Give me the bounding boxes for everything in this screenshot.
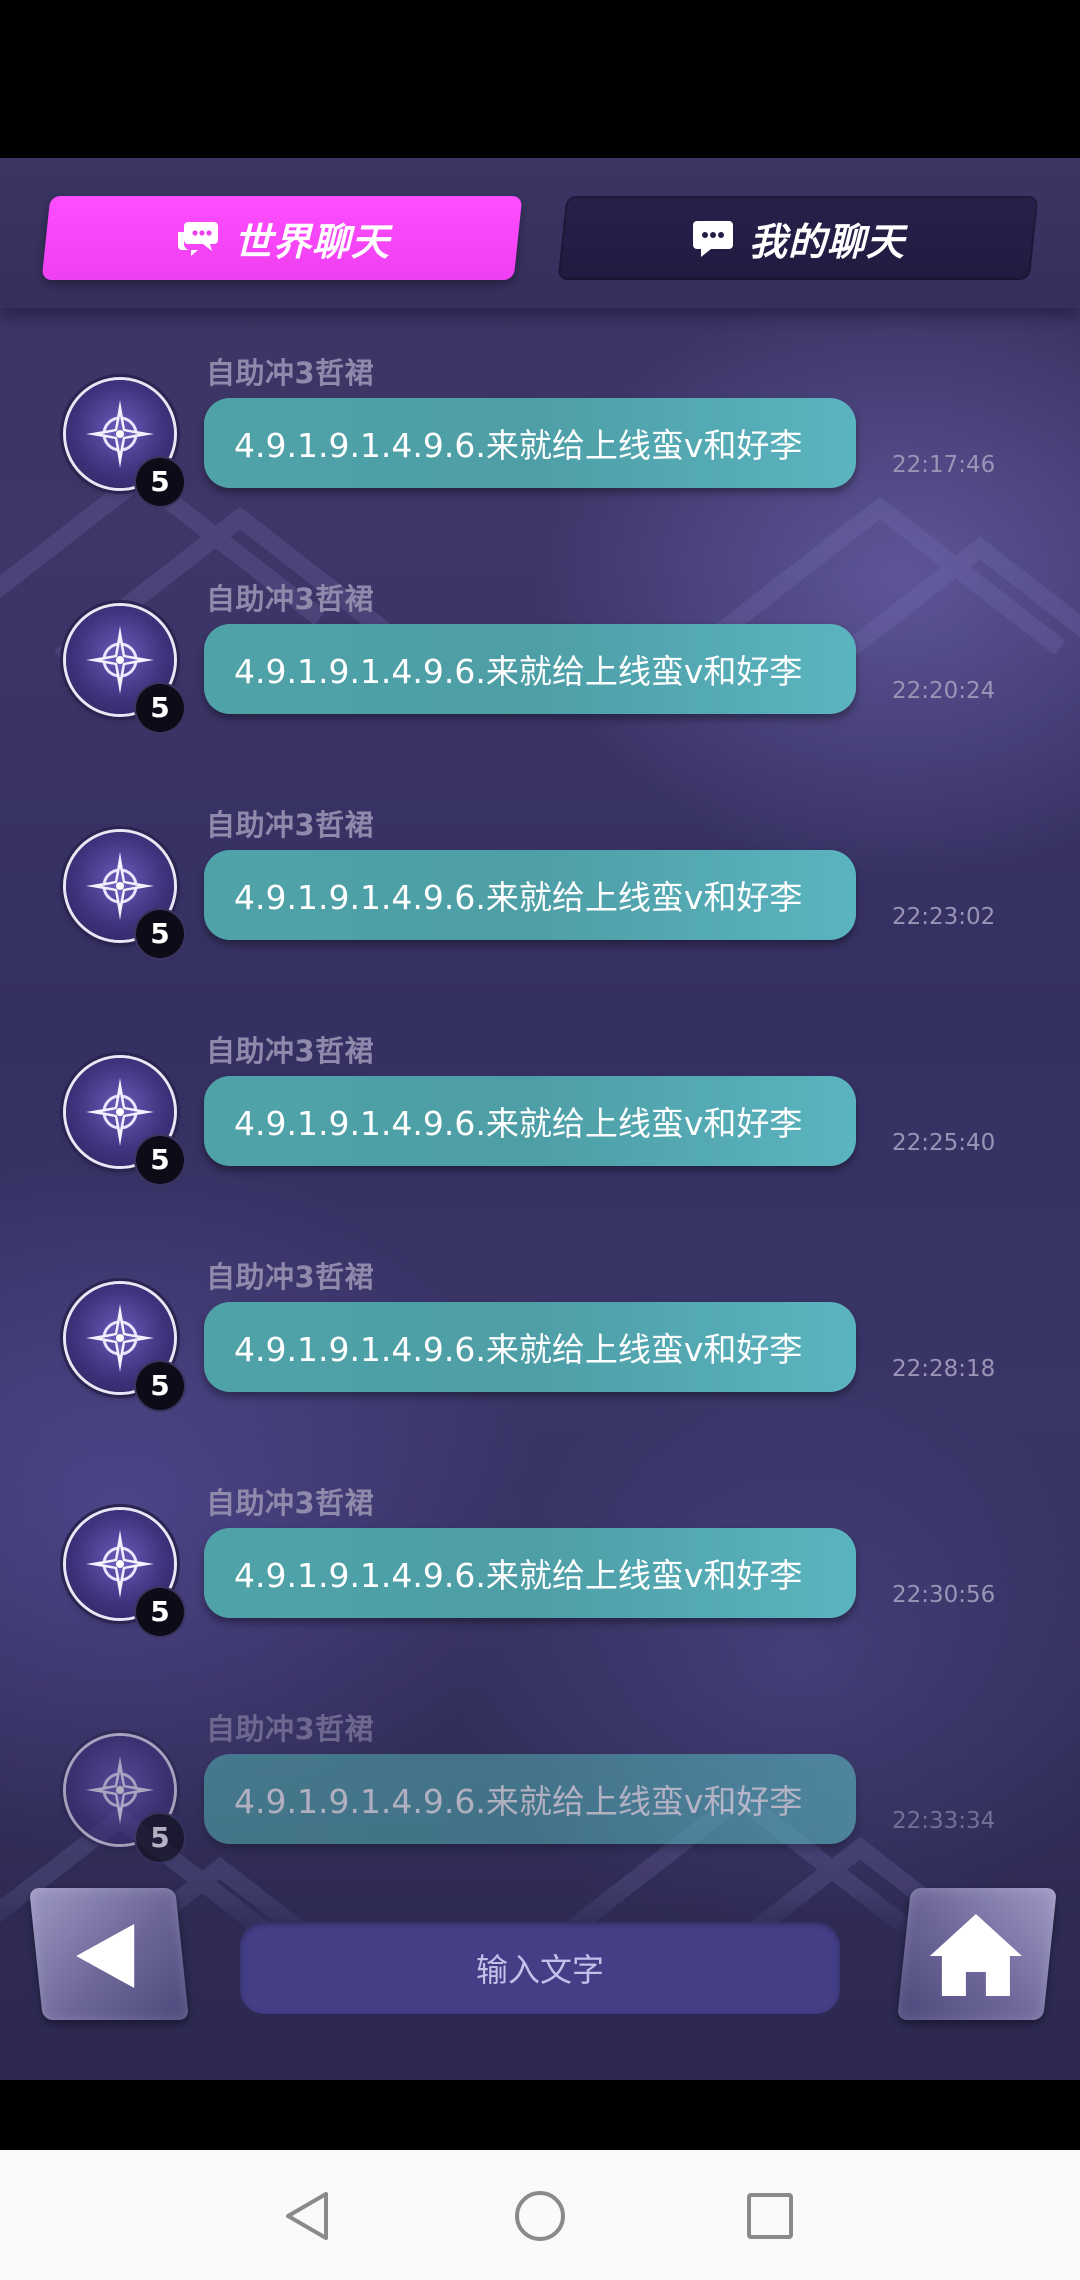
chat-message: 5 自助冲3哲裙 4.9.1.9.1.4.9.6.来就给上线蛮v和好李 22:1… xyxy=(0,308,1080,534)
back-button[interactable] xyxy=(29,1888,189,2020)
message-bubble[interactable]: 4.9.1.9.1.4.9.6.来就给上线蛮v和好李 xyxy=(204,1076,856,1166)
chat-bubbles-icon xyxy=(174,218,220,258)
message-text: 4.9.1.9.1.4.9.6.来就给上线蛮v和好李 xyxy=(234,1556,803,1595)
message-text: 4.9.1.9.1.4.9.6.来就给上线蛮v和好李 xyxy=(234,878,803,917)
tab-my-chat[interactable]: 我的聊天 xyxy=(557,196,1039,280)
chat-message: 5 自助冲3哲裙 4.9.1.9.1.4.9.6.来就给上线蛮v和好李 22:2… xyxy=(0,1212,1080,1438)
tab-world-chat[interactable]: 世界聊天 xyxy=(41,196,523,280)
sender-name: 自助冲3哲裙 xyxy=(206,356,375,390)
chat-message: 5 自助冲3哲裙 4.9.1.9.1.4.9.6.来就给上线蛮v和好李 22:3… xyxy=(0,1664,1080,1890)
level-badge: 5 xyxy=(136,684,184,732)
message-timestamp: 22:20:24 xyxy=(892,678,996,704)
sender-name: 自助冲3哲裙 xyxy=(206,582,375,616)
level-badge: 5 xyxy=(136,1588,184,1636)
message-timestamp: 22:25:40 xyxy=(892,1130,996,1156)
device-screen: 世界聊天 我的聊天 5 自助冲3哲裙 4.9.1.9.1.4.9.6.来就给上线… xyxy=(0,0,1080,2280)
message-timestamp: 22:28:18 xyxy=(892,1356,996,1382)
home-button[interactable] xyxy=(897,1888,1057,2020)
message-bubble[interactable]: 4.9.1.9.1.4.9.6.来就给上线蛮v和好李 xyxy=(204,1754,856,1844)
chat-message: 5 自助冲3哲裙 4.9.1.9.1.4.9.6.来就给上线蛮v和好李 22:2… xyxy=(0,986,1080,1212)
message-bubble[interactable]: 4.9.1.9.1.4.9.6.来就给上线蛮v和好李 xyxy=(204,1528,856,1618)
message-text: 4.9.1.9.1.4.9.6.来就给上线蛮v和好李 xyxy=(234,1782,803,1821)
message-bubble[interactable]: 4.9.1.9.1.4.9.6.来就给上线蛮v和好李 xyxy=(204,1302,856,1392)
chat-tab-bar: 世界聊天 我的聊天 xyxy=(0,158,1080,308)
house-icon xyxy=(929,1914,1022,1996)
level-badge: 5 xyxy=(136,1362,184,1410)
sender-name: 自助冲3哲裙 xyxy=(206,1712,375,1746)
message-text: 4.9.1.9.1.4.9.6.来就给上线蛮v和好李 xyxy=(234,1330,803,1369)
input-placeholder: 输入文字 xyxy=(475,1951,604,1989)
system-navigation-bar xyxy=(0,2150,1080,2280)
message-timestamp: 22:23:02 xyxy=(892,904,996,930)
tab-my-chat-label: 我的聊天 xyxy=(748,219,905,264)
chat-bubble-dots-icon xyxy=(691,218,735,258)
chat-message: 5 自助冲3哲裙 4.9.1.9.1.4.9.6.来就给上线蛮v和好李 22:2… xyxy=(0,760,1080,986)
message-bubble[interactable]: 4.9.1.9.1.4.9.6.来就给上线蛮v和好李 xyxy=(204,398,856,488)
chat-input-bar: 输入文字 xyxy=(0,1888,1080,2080)
message-timestamp: 22:33:34 xyxy=(892,1808,996,1834)
level-badge: 5 xyxy=(136,458,184,506)
nav-back-icon[interactable] xyxy=(280,2188,336,2244)
message-bubble[interactable]: 4.9.1.9.1.4.9.6.来就给上线蛮v和好李 xyxy=(204,850,856,940)
level-badge: 5 xyxy=(136,1136,184,1184)
message-text: 4.9.1.9.1.4.9.6.来就给上线蛮v和好李 xyxy=(234,1104,803,1143)
message-text: 4.9.1.9.1.4.9.6.来就给上线蛮v和好李 xyxy=(234,652,803,691)
level-badge: 5 xyxy=(136,1814,184,1862)
chat-text-input[interactable]: 输入文字 xyxy=(240,1922,840,2014)
message-timestamp: 22:30:56 xyxy=(892,1582,996,1608)
message-text: 4.9.1.9.1.4.9.6.来就给上线蛮v和好李 xyxy=(234,426,803,465)
level-badge: 5 xyxy=(136,910,184,958)
chat-screen: 世界聊天 我的聊天 5 自助冲3哲裙 4.9.1.9.1.4.9.6.来就给上线… xyxy=(0,158,1080,2080)
triangle-left-icon xyxy=(76,1924,135,1988)
message-timestamp: 22:17:46 xyxy=(892,452,996,478)
sender-name: 自助冲3哲裙 xyxy=(206,1034,375,1068)
sender-name: 自助冲3哲裙 xyxy=(206,808,375,842)
chat-message: 5 自助冲3哲裙 4.9.1.9.1.4.9.6.来就给上线蛮v和好李 22:3… xyxy=(0,1438,1080,1664)
sender-name: 自助冲3哲裙 xyxy=(206,1486,375,1520)
nav-recents-icon[interactable] xyxy=(742,2188,798,2244)
message-bubble[interactable]: 4.9.1.9.1.4.9.6.来就给上线蛮v和好李 xyxy=(204,624,856,714)
sender-name: 自助冲3哲裙 xyxy=(206,1260,375,1294)
message-list[interactable]: 5 自助冲3哲裙 4.9.1.9.1.4.9.6.来就给上线蛮v和好李 22:1… xyxy=(0,308,1080,2018)
nav-home-icon[interactable] xyxy=(512,2188,568,2244)
tab-world-chat-label: 世界聊天 xyxy=(233,219,390,264)
chat-message: 5 自助冲3哲裙 4.9.1.9.1.4.9.6.来就给上线蛮v和好李 22:2… xyxy=(0,534,1080,760)
